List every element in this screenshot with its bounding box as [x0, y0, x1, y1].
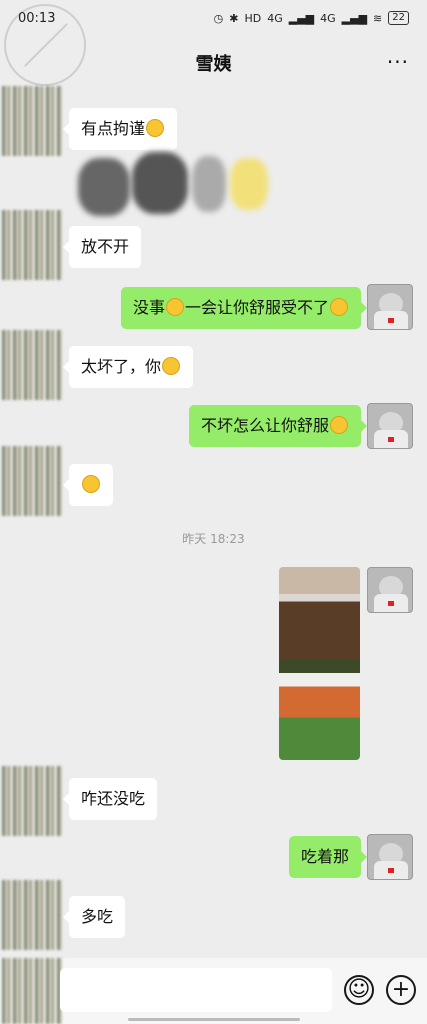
message-bubble-out[interactable]: 没事 一会让你舒服受不了 — [120, 287, 368, 329]
signal-icon-2: ▂▄▆ — [341, 11, 368, 25]
contact-avatar[interactable] — [2, 766, 62, 836]
contact-avatar[interactable] — [2, 446, 62, 516]
voice-toggle-area[interactable] — [2, 958, 62, 1024]
wifi-icon: ≋ — [373, 11, 383, 25]
message-text: 太坏了，你 — [81, 357, 162, 376]
message-bubble-out[interactable]: 吃着那 — [288, 836, 368, 878]
chat-title: 雪姨 — [195, 54, 232, 75]
message-bubble-in[interactable]: 咋还没吃 — [62, 778, 158, 820]
my-avatar[interactable] — [367, 284, 413, 330]
my-avatar[interactable] — [367, 403, 413, 449]
laugh-cry-emoji-icon — [162, 357, 181, 375]
message-text: 不坏怎么让你舒服 — [200, 416, 329, 435]
message-text: 咋还没吃 — [81, 789, 146, 808]
plus-button-icon[interactable]: + — [386, 975, 416, 1005]
message-bubble-out[interactable]: 不坏怎么让你舒服 — [188, 405, 368, 447]
contact-avatar[interactable] — [2, 210, 62, 280]
message-input[interactable] — [60, 968, 332, 1012]
message-timestamp: 昨天 18:23 — [182, 532, 245, 546]
message-text: 有点拘谨 — [81, 119, 146, 138]
food-photo-message[interactable] — [279, 567, 360, 760]
thinking-emoji-icon — [330, 298, 348, 316]
message-bubble-in[interactable]: 太坏了，你 — [62, 346, 194, 388]
status-time: 00:13 — [18, 10, 56, 26]
contact-avatar[interactable] — [2, 330, 62, 400]
status-bar: 00:13 ◷ ✱ HD 4G ▂▄▆ 4G ▂▄▆ ≋ 22 — [0, 0, 427, 36]
contact-avatar[interactable] — [2, 86, 62, 156]
bluetooth-icon: ✱ — [229, 11, 239, 25]
input-bar: ☺ + — [0, 958, 427, 1024]
my-avatar[interactable] — [367, 567, 413, 613]
message-bubble-in[interactable]: 多吃 — [62, 896, 126, 938]
message-text: 放不开 — [81, 237, 130, 256]
message-text: 吃着那 — [300, 847, 349, 866]
message-text: 多吃 — [81, 907, 114, 926]
my-avatar[interactable] — [367, 834, 413, 880]
network-label-2: 4G — [320, 11, 336, 25]
emoji-button-icon[interactable]: ☺ — [344, 975, 374, 1005]
nav-bar: 雪姨 ··· — [0, 36, 427, 90]
chat-screen: 00:13 ◷ ✱ HD 4G ▂▄▆ 4G ▂▄▆ ≋ 22 雪姨 ··· 有… — [0, 0, 427, 1024]
home-indicator — [128, 1018, 300, 1021]
message-text: 一会让你舒服受不了 — [184, 298, 329, 317]
battery-indicator: 22 — [388, 11, 409, 25]
message-bubble-in[interactable]: 放不开 — [62, 226, 142, 268]
grin-emoji-icon — [165, 298, 184, 316]
status-icons: ◷ ✱ HD 4G ▂▄▆ 4G ▂▄▆ ≋ 22 — [214, 11, 409, 25]
hd-badge: HD — [244, 11, 262, 25]
censored-scribble — [60, 150, 280, 222]
network-label-1: 4G — [267, 11, 283, 25]
alarm-icon: ◷ — [213, 11, 224, 25]
smile-emoji-icon — [330, 416, 348, 434]
message-text: 没事 — [132, 298, 165, 317]
message-bubble-in[interactable] — [63, 464, 113, 506]
message-bubble-in[interactable]: 有点拘谨 — [62, 108, 178, 150]
laugh-cry-emoji-icon — [146, 119, 165, 137]
laugh-cry-emoji-icon — [82, 475, 100, 493]
contact-avatar[interactable] — [2, 880, 62, 950]
more-options-button[interactable]: ··· — [387, 50, 409, 74]
signal-icon: ▂▄▆ — [288, 11, 315, 25]
